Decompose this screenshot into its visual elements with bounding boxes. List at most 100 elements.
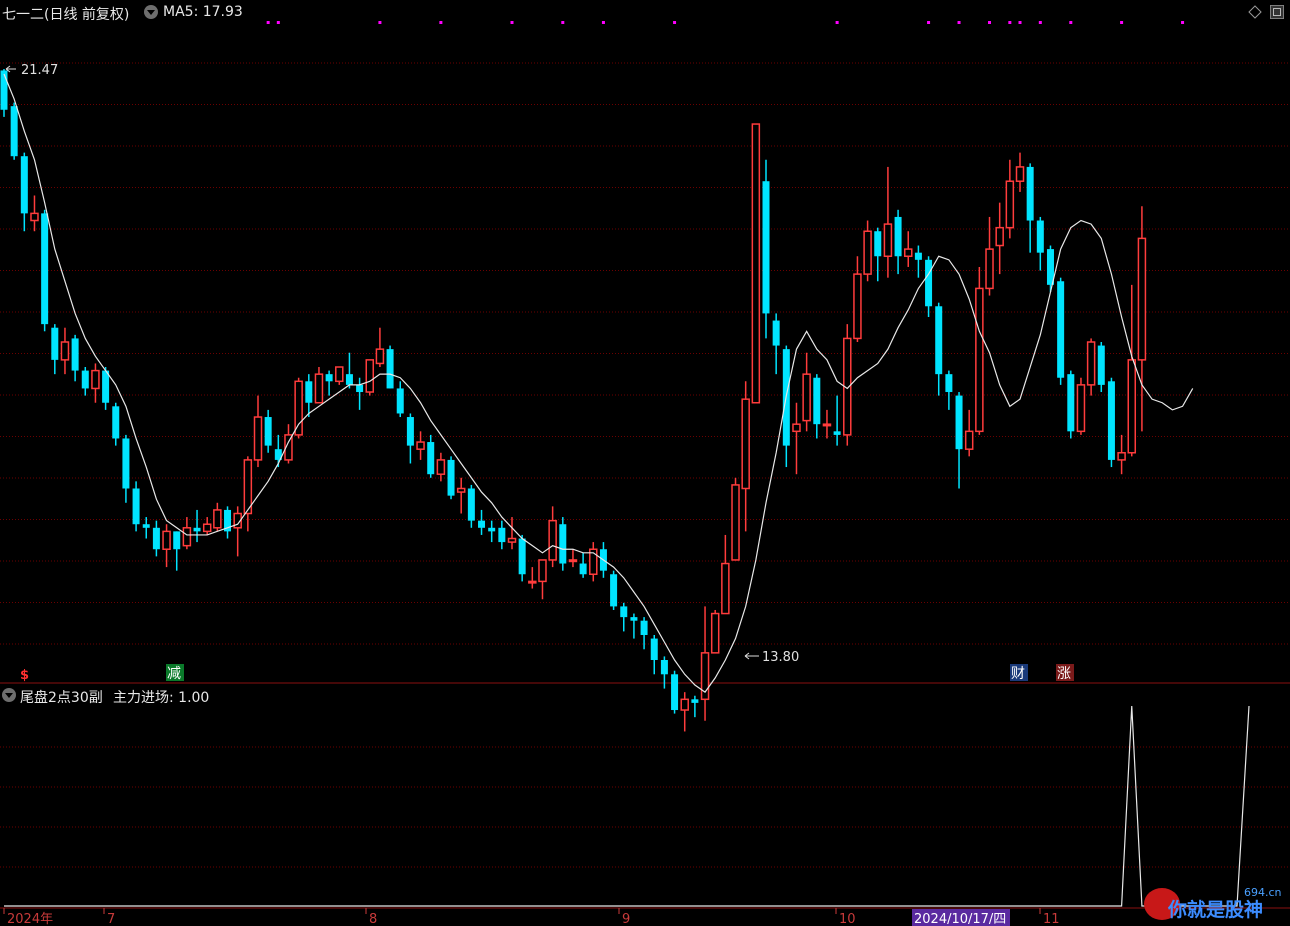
candle-body xyxy=(802,373,811,422)
candle-body xyxy=(1015,166,1025,182)
candle-body xyxy=(813,377,821,425)
marker-reduce: 减 xyxy=(167,666,181,682)
x-tick-label: 2024/10/17/四 xyxy=(914,912,1006,926)
candle-body xyxy=(822,423,832,427)
candle-body xyxy=(294,380,303,436)
candle-body xyxy=(620,606,628,618)
candle-body xyxy=(671,674,679,711)
event-dot xyxy=(927,21,931,24)
event-dot xyxy=(1008,21,1012,24)
event-dot xyxy=(561,21,565,24)
candle-body xyxy=(202,523,212,533)
candlestick-chart[interactable]: 21.47 13.80 $ 减 财 涨 2024年 7 8 9 10 2024/10/17/四 11 69… xyxy=(0,0,1290,926)
candle-body xyxy=(0,70,8,110)
min-arrow xyxy=(744,652,759,660)
candle-body xyxy=(518,538,526,575)
candle-body xyxy=(102,370,110,403)
event-dot xyxy=(957,21,961,24)
candle-body xyxy=(985,248,994,290)
candle-body xyxy=(498,527,506,543)
candle-body xyxy=(173,531,181,550)
candle-body xyxy=(305,381,313,403)
candle-body xyxy=(416,441,425,450)
marker-finance: 财 xyxy=(1011,666,1025,682)
x-tick-label: 8 xyxy=(369,912,377,926)
candle-body xyxy=(751,123,761,404)
candle-body xyxy=(610,574,618,607)
candle-body xyxy=(1005,180,1015,229)
candle-body xyxy=(883,223,893,257)
candle-body xyxy=(903,248,913,257)
max-price-label: 21.47 xyxy=(21,63,58,78)
candle-body xyxy=(345,374,353,385)
candle-body xyxy=(1086,341,1096,386)
candle-body xyxy=(833,431,841,435)
event-dot xyxy=(266,21,270,24)
candle-body xyxy=(91,369,100,390)
candle-body xyxy=(10,106,18,157)
candle-body xyxy=(193,527,201,532)
candle-body xyxy=(30,212,39,222)
watermark-brand: 你就是股神 xyxy=(1167,898,1263,921)
indicator-line xyxy=(4,705,1250,907)
candle-body xyxy=(406,417,414,446)
candle-body xyxy=(356,384,364,393)
candle-body xyxy=(925,259,933,307)
candle-body xyxy=(1107,381,1115,460)
watermark-site: 694.cn xyxy=(1244,886,1282,899)
x-tick-label: 7 xyxy=(107,912,115,926)
candle-body xyxy=(152,527,160,550)
candle-body xyxy=(1026,166,1034,221)
event-dot xyxy=(673,21,677,24)
candle-body xyxy=(1127,359,1137,454)
marker-s: $ xyxy=(20,668,29,683)
candle-body xyxy=(772,320,780,346)
candle-body xyxy=(314,373,324,404)
candle-body xyxy=(721,562,730,615)
candle-body xyxy=(1097,345,1105,385)
candle-body xyxy=(20,156,28,214)
event-dot xyxy=(601,21,605,24)
candle-body xyxy=(1067,374,1075,432)
event-dot xyxy=(1018,21,1022,24)
candle-body xyxy=(579,563,587,575)
candle-body xyxy=(964,430,974,450)
candle-body xyxy=(182,527,192,547)
candle-body xyxy=(731,484,740,561)
candle-body xyxy=(650,638,658,660)
candle-body xyxy=(71,338,79,371)
event-dot xyxy=(510,21,514,24)
candle-body xyxy=(264,417,272,446)
candle-body xyxy=(955,395,963,450)
candle-body xyxy=(691,699,699,703)
candle-body xyxy=(81,370,89,389)
candle-body xyxy=(51,327,59,360)
candle-body xyxy=(447,459,455,496)
candle-body xyxy=(660,660,668,675)
candle-body xyxy=(132,488,140,525)
candle-body xyxy=(874,231,882,257)
event-dot xyxy=(1069,21,1073,24)
x-tick-label: 9 xyxy=(622,912,630,926)
candle-body xyxy=(325,374,333,382)
candle-body xyxy=(478,520,486,528)
candle-body xyxy=(1057,281,1065,378)
x-tick-label: 2024年 xyxy=(7,912,53,926)
candle-body xyxy=(853,273,862,340)
candle-body xyxy=(436,459,446,475)
event-dot xyxy=(439,21,443,24)
ma5-line xyxy=(3,73,1194,693)
candle-body xyxy=(1117,452,1126,461)
candle-body xyxy=(507,537,517,543)
candle-body xyxy=(945,374,953,393)
candle-body xyxy=(914,252,922,260)
candle-body xyxy=(538,559,547,583)
event-dot xyxy=(1181,21,1185,24)
candle-body xyxy=(335,366,344,383)
candle-body xyxy=(640,620,648,635)
candles xyxy=(0,69,1147,732)
candle-body xyxy=(122,438,130,489)
candle-body xyxy=(792,423,801,433)
candle-body xyxy=(528,580,537,584)
candle-body xyxy=(568,559,578,563)
